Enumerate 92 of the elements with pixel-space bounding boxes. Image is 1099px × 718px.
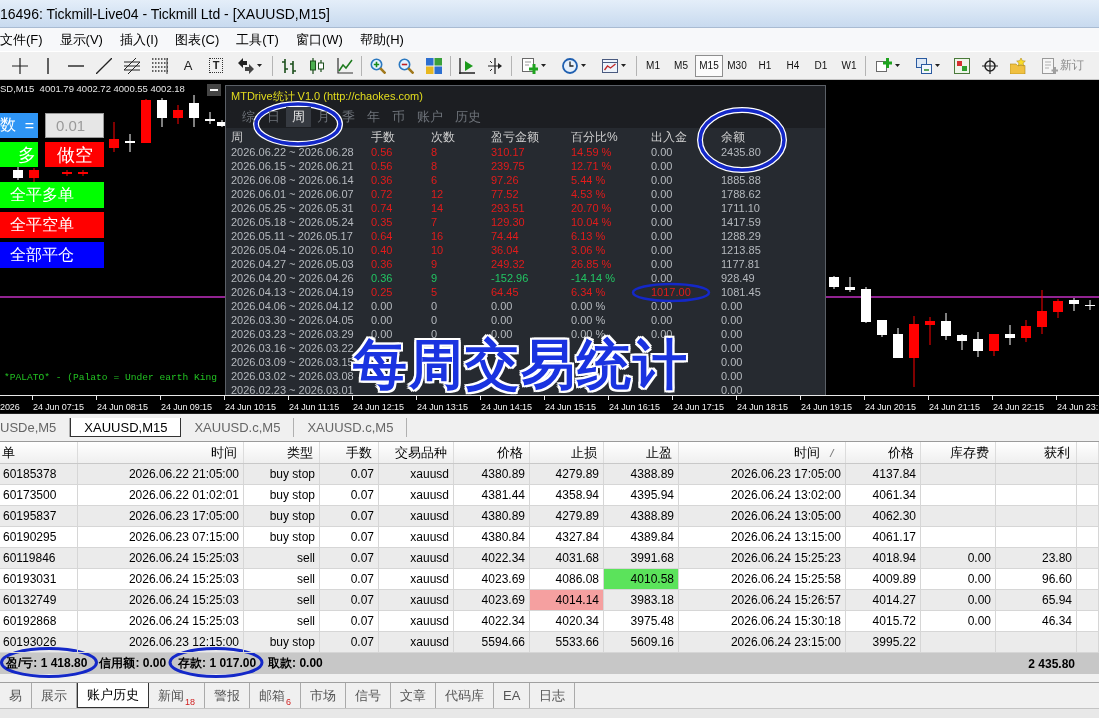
timeframe-button[interactable]: W1 <box>835 54 863 77</box>
menu-item[interactable]: 窗口(W) <box>295 30 343 49</box>
candlestick-icon[interactable] <box>309 57 325 74</box>
star-folder-icon[interactable] <box>1010 57 1026 74</box>
axis-label: 24 Jun 12:15 <box>353 402 404 412</box>
chart-tab[interactable]: XAUUSD.c,M5 <box>294 418 408 437</box>
menu-item[interactable]: 图表(C) <box>175 30 220 49</box>
axis-label: 24 Jun 18:15 <box>737 402 788 412</box>
chart-shift-icon[interactable] <box>459 57 475 74</box>
axis-label: 24 Jun 07:15 <box>33 402 84 412</box>
caret-icon[interactable] <box>895 64 900 67</box>
axis-label: 24 Jun 21:15 <box>929 402 980 412</box>
column-header[interactable]: 价格 <box>454 442 530 463</box>
axis-label: 24 Jun 08:15 <box>97 402 148 412</box>
clock-icon[interactable] <box>562 57 578 74</box>
timeframe-button[interactable]: M5 <box>667 54 695 77</box>
column-header[interactable]: 单 <box>0 442 78 463</box>
table-cell: 4014.14 <box>530 590 604 611</box>
horizontal-line-icon[interactable] <box>68 64 84 67</box>
timeframe-button[interactable]: M15 <box>695 54 723 77</box>
menu-item[interactable]: 工具(T) <box>236 30 279 49</box>
zoom-out-icon[interactable] <box>398 57 414 74</box>
axis-label: 24 Jun 09:15 <box>161 402 212 412</box>
summary-total: 2 435.80 <box>1028 656 1076 671</box>
axis-label: 24 Jun 14:15 <box>481 402 532 412</box>
vertical-line-icon[interactable] <box>47 57 49 74</box>
column-header[interactable]: 库存费 <box>921 442 996 463</box>
tile-windows-icon[interactable] <box>426 57 442 74</box>
label-tool-button[interactable]: T <box>208 58 224 73</box>
column-header[interactable]: 价格 <box>846 442 921 463</box>
summary-text: 盈/亏: 1 418.80 <box>6 655 88 672</box>
trend-line-icon[interactable] <box>96 57 112 74</box>
column-header[interactable]: 止盈 <box>604 442 679 463</box>
caret-icon[interactable] <box>257 64 262 67</box>
summary-text: 信用额: 0.00 <box>99 655 167 672</box>
unread-count: 18 <box>185 697 195 707</box>
sort-indicator-icon <box>829 447 835 458</box>
axis-label: 24 Jun 23: <box>1057 402 1099 412</box>
axis-label: 2026 <box>0 402 20 412</box>
menu-item[interactable]: 文件(F) <box>0 30 43 49</box>
template-icon[interactable] <box>602 57 618 74</box>
column-header[interactable]: 时间 <box>679 442 846 463</box>
auto-scroll-icon[interactable] <box>487 57 503 74</box>
window-title: 16496: Tickmill-Live04 - Tickmill Ltd - [XAUUSD,M15] <box>0 5 330 22</box>
axis-label: 24 Jun 17:15 <box>673 402 724 412</box>
menu-item[interactable]: 帮助(H) <box>359 30 404 49</box>
caret-icon[interactable] <box>581 64 586 67</box>
axis-label: 24 Jun 20:15 <box>865 402 916 412</box>
windows-icon[interactable] <box>916 57 932 74</box>
text-tool-button[interactable]: A <box>181 58 195 73</box>
chart-tab[interactable]: XAUUSD.c,M5 <box>181 418 295 437</box>
summary-text: 存款: 1 017.00 <box>178 655 257 672</box>
timeframe-button[interactable]: H4 <box>779 54 807 77</box>
terminal-tab[interactable]: 账户历史 <box>77 683 149 708</box>
column-header[interactable]: 类型 <box>244 442 320 463</box>
bar-chart-icon[interactable] <box>281 57 297 74</box>
caret-icon[interactable] <box>621 64 626 67</box>
timeframe-button[interactable]: M30 <box>723 54 751 77</box>
unread-count: 6 <box>286 697 292 707</box>
axis-label: 24 Jun 22:15 <box>993 402 1044 412</box>
axis-label: 24 Jun 10:15 <box>225 402 276 412</box>
document-icon <box>1042 57 1058 74</box>
column-header[interactable]: 交易品种 <box>379 442 454 463</box>
table-cell: 4010.58 <box>604 569 679 590</box>
chart-tab[interactable]: XAUUSD,M15 <box>70 418 182 437</box>
caret-icon[interactable] <box>935 64 940 67</box>
axis-label: 24 Jun 13:15 <box>417 402 468 412</box>
crosshair-target-icon[interactable] <box>982 57 998 74</box>
column-header[interactable]: 获利 <box>996 442 1077 463</box>
caret-icon[interactable] <box>541 64 546 67</box>
squares-icon[interactable] <box>954 57 970 74</box>
menu-item[interactable]: 插入(I) <box>119 30 159 49</box>
line-chart-icon[interactable] <box>337 57 353 74</box>
arrows-icon[interactable] <box>238 57 254 74</box>
menu-item[interactable]: 显示(V) <box>59 30 103 49</box>
axis-label: 24 Jun 11:15 <box>289 402 340 412</box>
timeframe-button[interactable]: M1 <box>639 54 667 77</box>
axis-label: 24 Jun 15:15 <box>545 402 596 412</box>
crosshair-icon[interactable] <box>12 57 28 74</box>
column-header[interactable]: 手数 <box>320 442 379 463</box>
column-header[interactable]: 止损 <box>530 442 604 463</box>
new-chart-icon[interactable] <box>522 57 538 74</box>
timeframe-button[interactable]: D1 <box>807 54 835 77</box>
column-header[interactable]: 时间 <box>78 442 244 463</box>
add-window-icon[interactable] <box>876 57 892 74</box>
axis-label: 24 Jun 19:15 <box>801 402 852 412</box>
timeframe-button[interactable]: H1 <box>751 54 779 77</box>
hatched-lines-icon[interactable] <box>124 57 140 74</box>
zoom-in-icon[interactable] <box>370 57 386 74</box>
dotted-lines-icon[interactable] <box>152 57 168 74</box>
summary-text: 取款: 0.00 <box>268 655 323 672</box>
axis-label: 24 Jun 16:15 <box>609 402 660 412</box>
